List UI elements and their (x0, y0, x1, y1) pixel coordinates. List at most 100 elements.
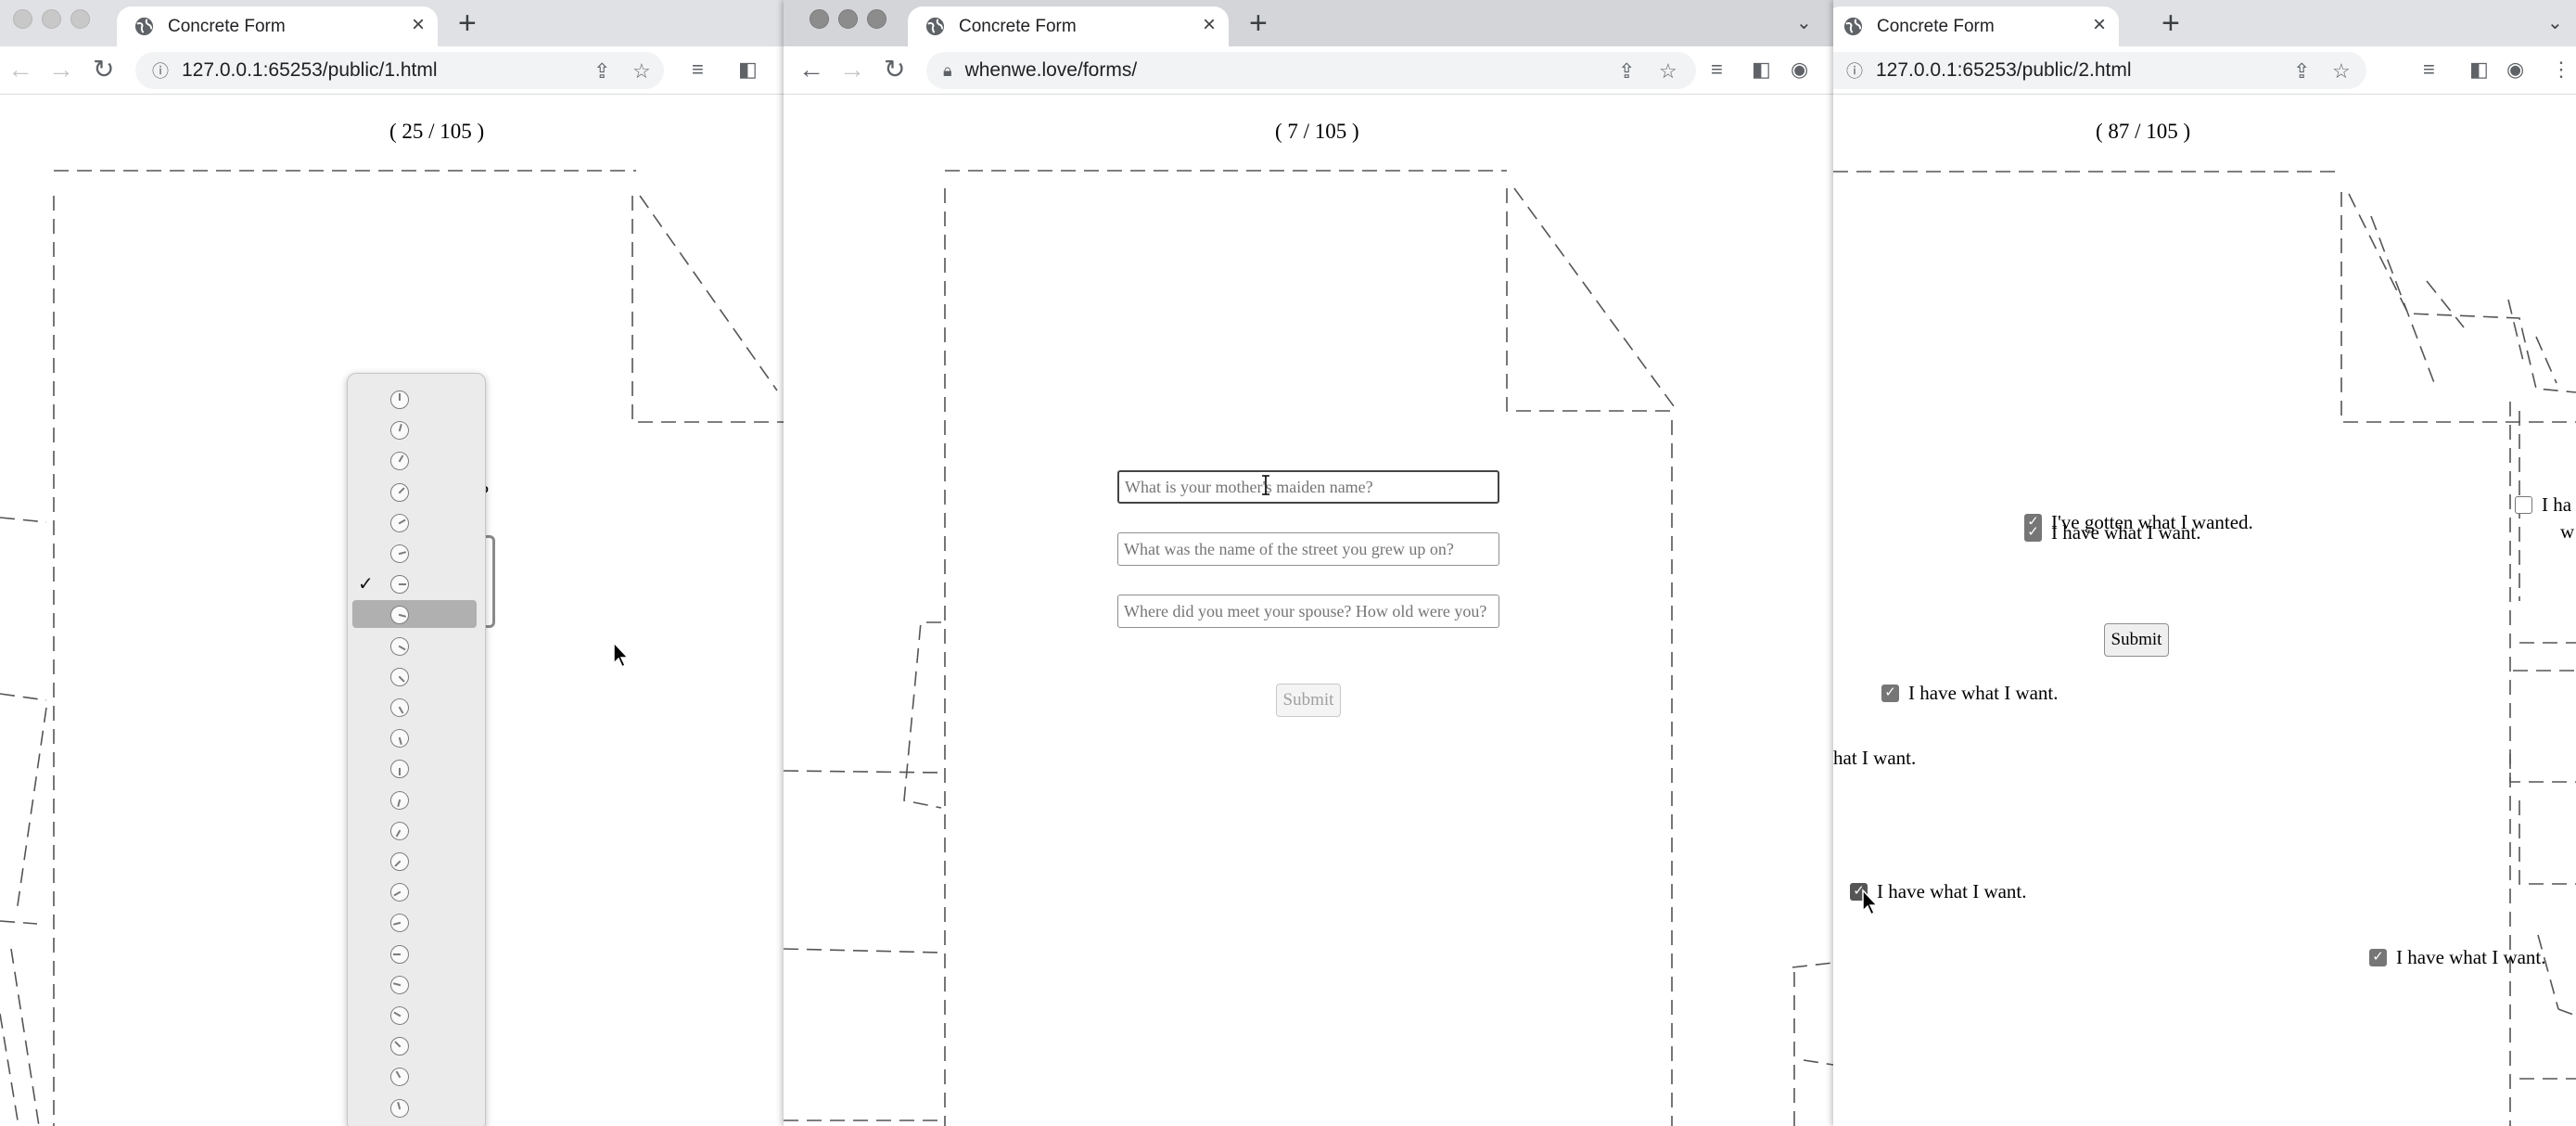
spouse-meeting-field[interactable] (1117, 595, 1499, 628)
side-panel-icon[interactable]: ◧ (2469, 58, 2489, 82)
clock-icon (390, 760, 409, 779)
dropdown-option[interactable] (352, 385, 477, 413)
url-text: whenwe.love/forms/ (964, 59, 1138, 81)
share-icon[interactable]: ⇪ (1618, 59, 1635, 83)
dropdown-option[interactable] (352, 940, 477, 967)
mouse-pointer-icon (1862, 889, 1879, 916)
checkbox-checked-icon[interactable]: ✓ (2024, 524, 2042, 542)
clock-icon (386, 479, 414, 505)
forward-button[interactable]: → (839, 56, 865, 83)
checkmark-icon: ✓ (358, 574, 374, 595)
page-content: ( 7 / 105 ) Submit (784, 96, 1833, 1126)
dropdown-option[interactable] (352, 478, 477, 505)
dropdown-option[interactable] (352, 908, 477, 936)
checkbox-item-1[interactable]: ✓ I have what I want. (1881, 682, 2059, 705)
clock-icon (388, 542, 412, 566)
dropdown-option[interactable] (352, 816, 477, 844)
dropdown-option[interactable] (352, 1031, 477, 1060)
maiden-name-field[interactable] (1117, 470, 1499, 504)
dropdown-option[interactable] (352, 693, 477, 721)
checkbox-item-edge[interactable]: I ha (2515, 493, 2571, 517)
checkbox-unchecked-icon[interactable] (2515, 496, 2532, 514)
tab-concrete-form[interactable]: Concrete Form × (1833, 6, 2119, 46)
checkbox-label: w (2560, 520, 2575, 543)
dropdown-option[interactable] (352, 970, 477, 998)
share-icon[interactable]: ⇪ (593, 59, 610, 83)
dropdown-option[interactable] (352, 723, 477, 751)
bookmark-star-icon[interactable]: ☆ (2332, 59, 2351, 83)
close-tab-icon[interactable]: × (412, 14, 425, 36)
checkbox-label: I have what I want. (1877, 880, 2027, 902)
bookmark-star-icon[interactable]: ☆ (632, 59, 651, 83)
tab-strip: Concrete Form × + ⌄ (784, 0, 1833, 46)
media-control-icon[interactable]: ≡ (1711, 58, 1723, 82)
close-window-button[interactable] (810, 9, 829, 29)
new-tab-button[interactable]: + (1249, 7, 1268, 39)
dropdown-option[interactable] (352, 1001, 477, 1029)
tab-concrete-form[interactable]: Concrete Form × (117, 6, 438, 46)
profile-icon[interactable]: ◉ (2506, 58, 2524, 82)
checkbox-checked-icon[interactable]: ✓ (2369, 949, 2387, 966)
close-window-button[interactable] (13, 9, 32, 29)
dropdown-option[interactable] (352, 786, 477, 813)
clock-icon (387, 695, 413, 721)
street-name-field[interactable] (1117, 532, 1499, 566)
media-control-icon[interactable]: ≡ (692, 58, 704, 82)
chevron-down-icon[interactable]: ⌄ (1796, 11, 1812, 34)
dropdown-option[interactable] (352, 754, 477, 782)
chevron-down-icon[interactable]: ⌄ (2547, 11, 2563, 34)
dropdown-option[interactable] (352, 539, 477, 567)
side-panel-icon[interactable]: ◧ (1752, 58, 1771, 82)
checkbox-label: I have what I want. (2396, 946, 2546, 968)
clock-icon (388, 973, 412, 997)
kebab-menu-icon[interactable]: ⋮ (2551, 58, 2571, 82)
dropdown-option[interactable] (352, 877, 477, 905)
share-icon[interactable]: ⇪ (2293, 59, 2310, 83)
dropdown-option[interactable] (352, 508, 477, 536)
forward-button[interactable]: → (48, 56, 74, 83)
address-bar[interactable]: ⓘ 127.0.0.1:65253/public/1.html ⇪ ☆ (135, 52, 664, 89)
dropdown-option[interactable]: ✓ (352, 569, 477, 597)
clock-icon (390, 390, 409, 409)
dropdown-option[interactable] (352, 446, 477, 475)
new-tab-button[interactable]: + (458, 7, 477, 39)
zoom-window-button[interactable] (70, 9, 90, 29)
tab-title: Concrete Form (1877, 16, 1995, 36)
back-button[interactable]: ← (798, 56, 824, 83)
address-bar[interactable]: 🔒︎ whenwe.love/forms/ ⇪ ☆ (926, 52, 1696, 89)
checkbox-item-cut: hat I want. (1833, 747, 1916, 770)
bookmark-star-icon[interactable]: ☆ (1659, 59, 1677, 83)
submit-button[interactable]: Submit (1276, 684, 1341, 717)
dropdown-option[interactable] (352, 632, 477, 659)
new-tab-button[interactable]: + (2162, 7, 2180, 39)
side-panel-icon[interactable]: ◧ (738, 58, 758, 82)
checkbox-checked-icon[interactable]: ✓ (1881, 685, 1899, 702)
reload-button[interactable]: ↻ (884, 56, 905, 83)
dropdown-option[interactable] (352, 416, 477, 443)
profile-icon[interactable]: ◉ (1791, 58, 1808, 82)
dropdown-option[interactable] (352, 662, 477, 690)
time-dropdown-menu[interactable]: ✓ (347, 373, 486, 1126)
tab-title: Concrete Form (168, 16, 286, 36)
reload-button[interactable]: ↻ (93, 56, 114, 83)
close-tab-icon[interactable]: × (1203, 14, 1216, 36)
window-controls (810, 9, 886, 29)
submit-button[interactable]: Submit (2104, 623, 2169, 657)
toolbar: ← → ↻ 🔒︎ whenwe.love/forms/ ⇪ ☆ ≡ ◧ ◉ (784, 46, 1833, 95)
dropdown-option[interactable] (352, 1094, 477, 1121)
checkbox-item-3[interactable]: ✓ I have what I want. (2369, 946, 2546, 969)
clock-icon (387, 633, 413, 659)
dropdown-option[interactable] (352, 1062, 477, 1091)
dropdown-option[interactable] (352, 600, 477, 629)
back-button[interactable]: ← (7, 56, 33, 83)
dropdown-option[interactable] (352, 847, 477, 876)
text-cursor-icon (1262, 475, 1269, 495)
media-control-icon[interactable]: ≡ (2423, 58, 2435, 82)
minimize-window-button[interactable] (838, 9, 858, 29)
zoom-window-button[interactable] (867, 9, 886, 29)
minimize-window-button[interactable] (42, 9, 61, 29)
close-tab-icon[interactable]: × (2093, 14, 2106, 36)
tab-concrete-form[interactable]: Concrete Form × (908, 6, 1229, 46)
checkbox-item-overlap[interactable]: ✓ I have what I want. (2024, 521, 2201, 544)
address-bar[interactable]: ⓘ 127.0.0.1:65253/public/2.html ⇪ ☆ (1833, 52, 2366, 89)
